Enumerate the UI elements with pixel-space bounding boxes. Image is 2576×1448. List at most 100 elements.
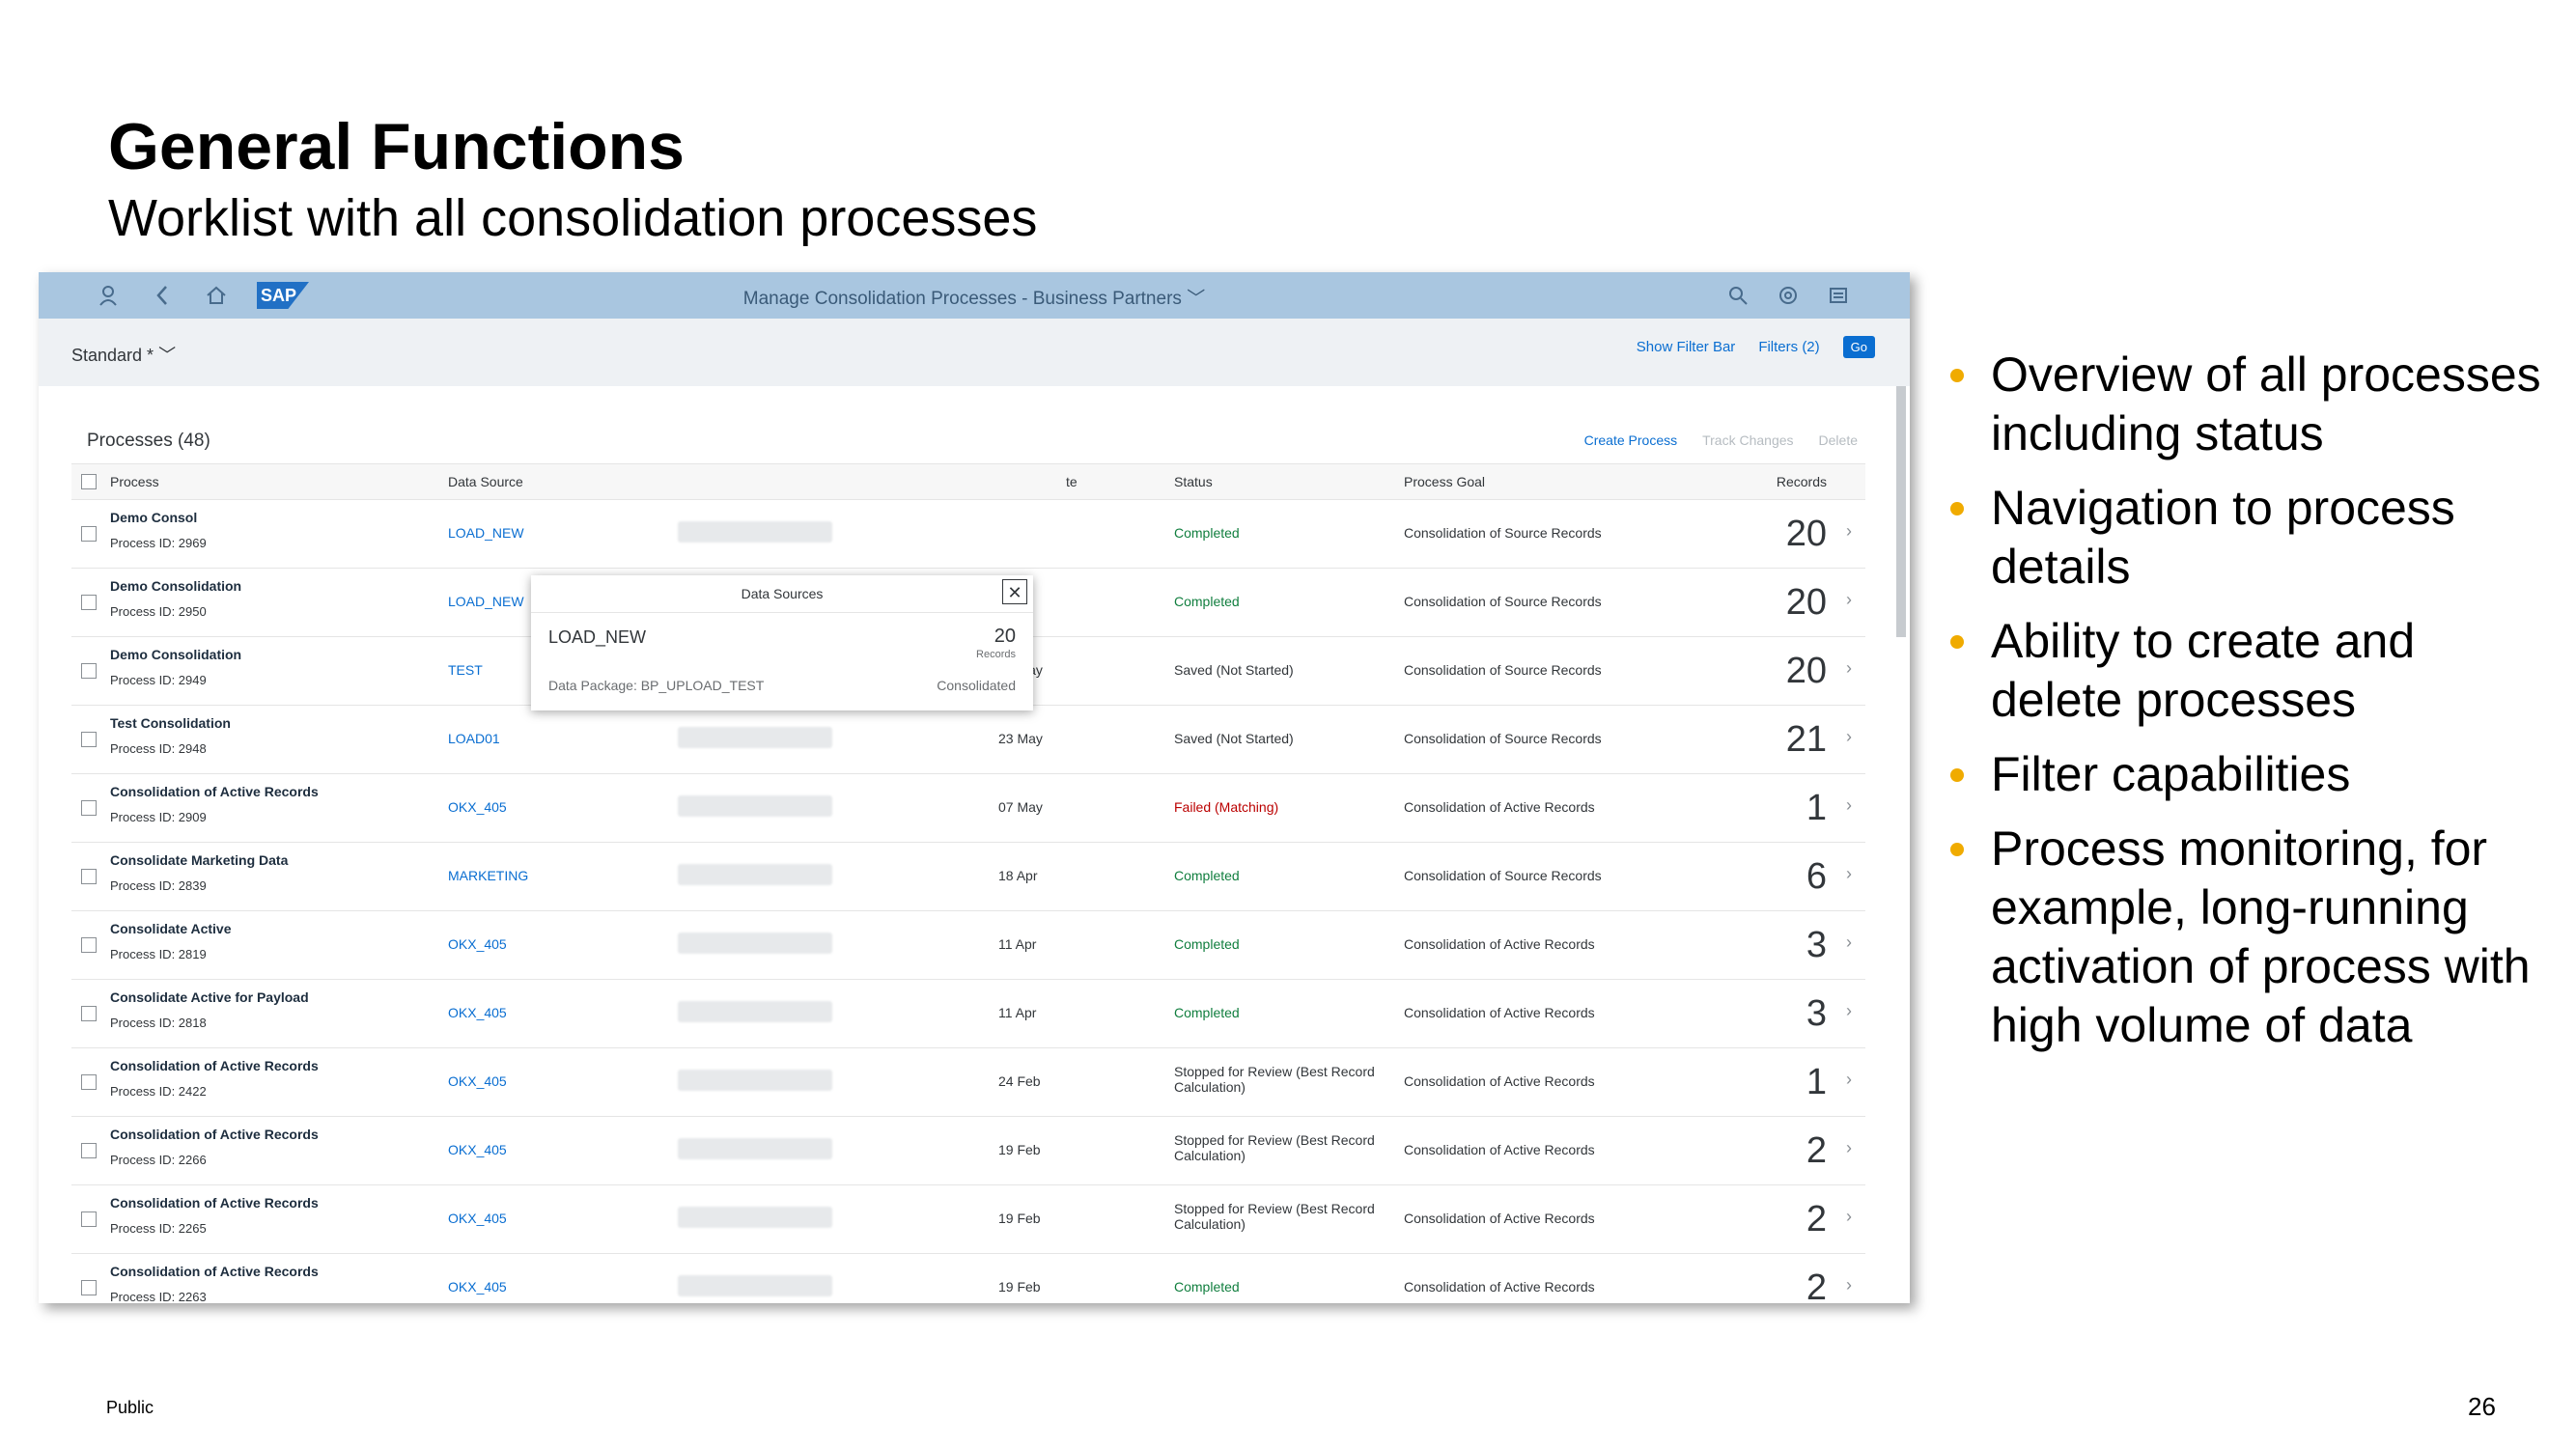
records-cell: 2 [1806, 1199, 1827, 1239]
table-row[interactable]: Consolidate Active Process ID: 2819 OKX_40… [71, 911, 1865, 980]
process-name: Consolidate Active [110, 921, 232, 936]
process-id: Process ID: 2839 [110, 878, 207, 893]
column-process-goal[interactable]: Process Goal [1404, 474, 1485, 489]
data-source-link[interactable]: OKX_405 [448, 1142, 507, 1157]
process-goal-cell: Consolidation of Source Records [1404, 868, 1602, 883]
date-cell: 19 Feb [998, 1142, 1041, 1157]
status-cell: Stopped for Review (Best Record Calculat… [1174, 1064, 1375, 1095]
table-row[interactable]: Consolidation of Active Records Process I… [71, 1117, 1865, 1185]
column-process[interactable]: Process [110, 474, 159, 489]
page-number: 26 [2468, 1392, 2496, 1421]
chevron-right-icon[interactable]: › [1846, 933, 1852, 953]
table-row[interactable]: Consolidation of Active Records Process I… [71, 1185, 1865, 1254]
data-source-link[interactable]: OKX_405 [448, 1073, 507, 1089]
process-name: Demo Consolidation [110, 647, 242, 662]
blurred-user [678, 1001, 832, 1022]
data-source-link[interactable]: OKX_405 [448, 1211, 507, 1226]
process-cell: Test Consolidation Process ID: 2948 [110, 715, 231, 756]
data-source-link[interactable]: LOAD_NEW [448, 525, 524, 541]
data-source-link[interactable]: OKX_405 [448, 936, 507, 952]
table-row[interactable]: Consolidation of Active Records Process I… [71, 1048, 1865, 1117]
go-button[interactable]: Go [1842, 336, 1875, 358]
close-icon[interactable]: ✕ [1002, 579, 1027, 604]
popover-source-name: LOAD_NEW [548, 627, 647, 647]
column-date[interactable]: te [1066, 474, 1078, 489]
show-filter-bar-button[interactable]: Show Filter Bar [1637, 339, 1736, 355]
row-checkbox[interactable] [81, 800, 97, 816]
row-checkbox[interactable] [81, 663, 97, 679]
data-source-link[interactable]: MARKETING [448, 868, 528, 883]
table-row[interactable]: Consolidation of Active Records Process I… [71, 1254, 1865, 1303]
bullet-dot-icon [1950, 502, 1964, 515]
row-checkbox[interactable] [81, 1006, 97, 1021]
notifications-icon[interactable] [1825, 282, 1852, 309]
filters-button[interactable]: Filters (2) [1758, 339, 1819, 355]
column-status[interactable]: Status [1174, 474, 1213, 489]
date-cell: 18 Apr [998, 868, 1038, 883]
chevron-right-icon[interactable]: › [1846, 1001, 1852, 1021]
chevron-right-icon[interactable]: › [1846, 864, 1852, 884]
table-row[interactable]: Demo Consol Process ID: 2969 LOAD_NEW Compl… [71, 500, 1865, 569]
scrollbar[interactable] [1896, 386, 1906, 637]
table-header: Process Data Source te Status Process Go… [71, 463, 1865, 500]
row-checkbox[interactable] [81, 595, 97, 610]
row-checkbox[interactable] [81, 526, 97, 542]
row-checkbox[interactable] [81, 1143, 97, 1158]
row-checkbox[interactable] [81, 1074, 97, 1090]
process-cell: Demo Consolidation Process ID: 2950 [110, 578, 241, 619]
chevron-right-icon[interactable]: › [1846, 590, 1852, 610]
chevron-right-icon[interactable]: › [1846, 1070, 1852, 1090]
process-name: Consolidate Marketing Data [110, 852, 289, 868]
variant-bar: Standard * ﹀ Show Filter Bar Filters (2)… [39, 319, 1910, 387]
row-checkbox[interactable] [81, 869, 97, 884]
row-checkbox[interactable] [81, 1280, 97, 1295]
status-cell: Saved (Not Started) [1174, 731, 1294, 746]
footer-classification: Public [106, 1398, 154, 1417]
column-records[interactable]: Records [1777, 474, 1827, 489]
date-cell: 24 Feb [998, 1073, 1041, 1089]
chevron-right-icon[interactable]: › [1846, 795, 1852, 816]
blurred-user [678, 795, 832, 817]
delete-button[interactable]: Delete [1819, 432, 1858, 448]
select-all-checkbox[interactable] [81, 474, 97, 489]
chevron-right-icon[interactable]: › [1846, 658, 1852, 679]
row-checkbox[interactable] [81, 732, 97, 747]
create-process-button[interactable]: Create Process [1584, 432, 1677, 448]
data-source-link[interactable]: OKX_405 [448, 1005, 507, 1020]
process-goal-cell: Consolidation of Active Records [1404, 1005, 1595, 1020]
process-id: Process ID: 2266 [110, 1153, 207, 1167]
chevron-right-icon[interactable]: › [1846, 1207, 1852, 1227]
status-cell: Completed [1174, 1005, 1240, 1020]
row-checkbox[interactable] [81, 1211, 97, 1227]
records-cell: 2 [1806, 1267, 1827, 1303]
chevron-right-icon[interactable]: › [1846, 727, 1852, 747]
data-source-link[interactable]: LOAD_NEW [448, 594, 524, 609]
slide-subtitle: Worklist with all consolidation processe… [108, 189, 1038, 247]
process-id: Process ID: 2263 [110, 1290, 207, 1303]
data-source-link[interactable]: LOAD01 [448, 731, 500, 746]
popover-title: Data Sources [741, 586, 824, 601]
chevron-right-icon[interactable]: › [1846, 1275, 1852, 1295]
row-checkbox[interactable] [81, 937, 97, 953]
table-row[interactable]: Consolidation of Active Records Process I… [71, 774, 1865, 843]
copilot-icon[interactable] [1775, 282, 1802, 309]
chevron-right-icon[interactable]: › [1846, 1138, 1852, 1158]
data-source-link[interactable]: TEST [448, 662, 483, 678]
data-source-link[interactable]: OKX_405 [448, 1279, 507, 1295]
popover-header: Data Sources ✕ [531, 575, 1033, 613]
app-title[interactable]: Manage Consolidation Processes - Busines… [39, 284, 1910, 310]
track-changes-button[interactable]: Track Changes [1702, 432, 1793, 448]
chevron-right-icon[interactable]: › [1846, 521, 1852, 542]
table-row[interactable]: Consolidate Active for Payload Process ID… [71, 980, 1865, 1048]
table-row[interactable]: Consolidate Marketing Data Process ID: 28… [71, 843, 1865, 911]
variant-selector[interactable]: Standard * ﹀ [71, 342, 176, 367]
search-icon[interactable] [1724, 282, 1751, 309]
blurred-user [678, 1070, 832, 1091]
table-row[interactable]: Test Consolidation Process ID: 2948 LOAD01… [71, 706, 1865, 774]
process-goal-cell: Consolidation of Source Records [1404, 731, 1602, 746]
bullet-item: Navigation to process details [1950, 479, 2549, 597]
status-cell: Failed (Matching) [1174, 799, 1279, 815]
data-source-link[interactable]: OKX_405 [448, 799, 507, 815]
column-data-source[interactable]: Data Source [448, 474, 523, 489]
blurred-user [678, 864, 832, 885]
